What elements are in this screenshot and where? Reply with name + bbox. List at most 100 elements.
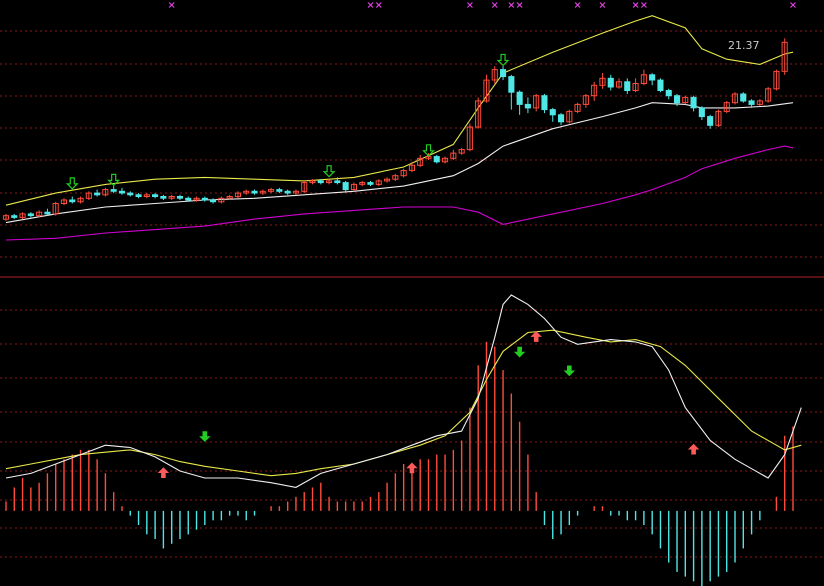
candle (491, 66, 498, 84)
candle (276, 187, 283, 194)
sell-arrow-icon (513, 346, 526, 358)
candle (69, 196, 76, 204)
candle (781, 38, 788, 75)
candle-body (649, 74, 656, 81)
candle (475, 97, 482, 129)
candle (152, 193, 159, 199)
candle-body (657, 79, 664, 91)
top-marker (367, 2, 374, 8)
candle-body (27, 213, 34, 217)
candle (284, 189, 291, 195)
candle (367, 180, 374, 187)
candle-body (11, 215, 18, 218)
buy-arrow-icon (157, 467, 170, 478)
candle (657, 78, 664, 93)
candle (60, 198, 68, 206)
candle (773, 69, 780, 91)
candle (433, 154, 440, 164)
candle-body (334, 180, 341, 184)
candle-body (707, 116, 714, 126)
middle-band-line (5, 102, 794, 224)
candle (143, 193, 150, 199)
candle (516, 90, 523, 115)
candle (201, 196, 208, 202)
candle (607, 74, 614, 91)
candle (698, 106, 705, 121)
candle (375, 179, 382, 187)
signal-down-arrow (65, 177, 79, 190)
candle (400, 168, 407, 178)
candle-body (558, 114, 565, 123)
top-marker (790, 2, 796, 8)
candle (118, 187, 126, 195)
candle-body (541, 95, 548, 111)
candle-body (317, 180, 324, 184)
candle (616, 78, 623, 89)
candle-body (607, 77, 614, 88)
candle (640, 69, 647, 86)
candle (591, 81, 598, 101)
top-marker (599, 2, 606, 8)
candle (268, 187, 275, 194)
candle-body (690, 96, 697, 109)
candle (11, 213, 18, 220)
candle (632, 78, 639, 93)
candle (574, 102, 581, 114)
candle (359, 180, 366, 187)
candle-body (500, 69, 507, 78)
candle (450, 149, 457, 161)
candle (458, 147, 465, 155)
candle-body (44, 211, 51, 215)
candle (408, 161, 415, 173)
top-marker (466, 2, 473, 8)
candle (707, 114, 714, 129)
candle-body (549, 109, 556, 116)
candle-body (69, 199, 76, 203)
candle-body (665, 90, 672, 97)
candle (549, 107, 556, 122)
candle (326, 179, 333, 185)
candle (77, 196, 84, 204)
chart-canvas: 21.37 (0, 2, 824, 586)
buy-arrow-icon (530, 331, 542, 342)
candle-body (251, 190, 258, 194)
candle (740, 92, 747, 103)
top-marker (168, 2, 175, 8)
candle (350, 182, 357, 192)
candle (765, 87, 772, 103)
candle-body (624, 81, 631, 92)
candle (533, 93, 540, 112)
candle (210, 198, 217, 204)
candle (301, 180, 308, 194)
oscillator-panel (5, 294, 802, 586)
candle (682, 95, 689, 105)
candle (558, 113, 565, 126)
top-marker (508, 2, 515, 8)
candle (251, 189, 258, 195)
candle (508, 74, 515, 110)
candle-body (524, 103, 531, 109)
candle (110, 186, 117, 194)
candle (649, 73, 656, 86)
sell-arrow-icon (563, 365, 576, 377)
top-marker (640, 2, 647, 8)
candle (135, 193, 142, 199)
candle-body (342, 182, 349, 191)
candle (624, 78, 631, 94)
candle (127, 191, 134, 197)
candle (665, 88, 672, 100)
candle-body (110, 189, 117, 192)
price-panel (2, 2, 796, 241)
chart-stage: 21.37 (0, 0, 824, 586)
candle (599, 73, 606, 89)
candle-body (698, 107, 705, 118)
candle (2, 213, 9, 221)
top-marker (632, 2, 639, 8)
candle (541, 93, 548, 114)
candle-body (135, 194, 142, 198)
buy-arrow-icon (687, 443, 700, 455)
candle-body (276, 189, 283, 192)
candle (292, 189, 299, 195)
candle-body (367, 182, 374, 185)
candle-body (201, 197, 208, 201)
